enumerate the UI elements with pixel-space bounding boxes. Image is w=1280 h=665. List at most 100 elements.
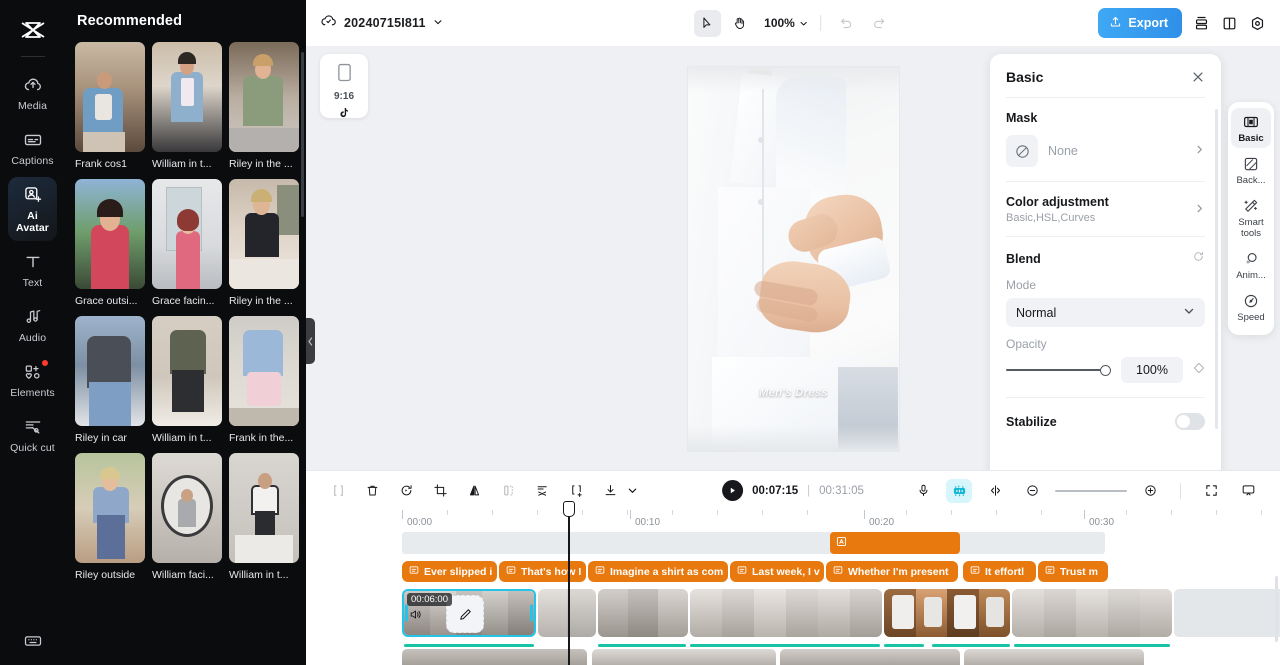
trim-handle-right[interactable]: [530, 604, 533, 622]
text-clip[interactable]: Last week, I v: [730, 561, 824, 582]
tab-label: Back...: [1236, 175, 1266, 186]
cursor-arrow-icon[interactable]: [694, 9, 722, 37]
redo-icon[interactable]: [865, 10, 892, 37]
timeline-scrollbar[interactable]: [1275, 576, 1278, 642]
sidebar-item-quick-cut[interactable]: Quick cut: [8, 409, 57, 461]
text-clip[interactable]: Ever slipped i: [402, 561, 497, 582]
freeze-frame-icon[interactable]: [494, 477, 522, 505]
zoom-slider[interactable]: [1055, 489, 1127, 492]
video-clip[interactable]: [690, 589, 882, 637]
text-clip[interactable]: It effortl: [963, 561, 1036, 582]
zoom-in-icon[interactable]: [1136, 477, 1164, 505]
tab-animation[interactable]: Anim...: [1231, 245, 1271, 285]
export-button[interactable]: Export: [1098, 8, 1182, 38]
video-clip[interactable]: [598, 589, 688, 637]
video-clip[interactable]: [538, 589, 596, 637]
video-clip[interactable]: [780, 649, 960, 665]
undo-icon[interactable]: [833, 10, 860, 37]
zoom-out-icon[interactable]: [1018, 477, 1046, 505]
filmstrip: [538, 589, 596, 637]
sidebar-item-text[interactable]: Text: [8, 244, 57, 296]
monitor-preview-icon[interactable]: [1234, 477, 1262, 505]
media-item[interactable]: Frank in the...: [229, 316, 299, 445]
media-item[interactable]: William faci...: [152, 453, 222, 582]
trim-handle-left[interactable]: [405, 604, 408, 622]
stabilize-toggle[interactable]: [1175, 413, 1205, 430]
mirror-flip-icon[interactable]: [460, 477, 488, 505]
reset-icon[interactable]: [1192, 250, 1205, 268]
empty-track-area[interactable]: [1174, 589, 1280, 637]
video-clip[interactable]: [964, 649, 1144, 665]
media-item[interactable]: Riley in the ...: [229, 42, 299, 171]
keyboard-shortcuts-button[interactable]: [0, 631, 65, 651]
properties-scrollbar[interactable]: [1215, 109, 1218, 429]
media-panel-scrollbar[interactable]: [301, 52, 304, 217]
chevron-down-icon[interactable]: [624, 477, 640, 505]
download-icon[interactable]: [596, 477, 624, 505]
media-item[interactable]: Riley in car: [75, 316, 145, 445]
media-item[interactable]: Frank cos1: [75, 42, 145, 171]
animation-clip[interactable]: [830, 532, 960, 554]
video-preview[interactable]: Men's Dress: [687, 66, 900, 452]
text-clip[interactable]: Trust m: [1038, 561, 1108, 582]
sidebar-item-captions[interactable]: Captions: [8, 122, 57, 174]
slider-knob[interactable]: [1100, 364, 1111, 376]
media-item-label: Riley in the ...: [229, 158, 293, 170]
video-clip[interactable]: [592, 649, 776, 665]
crop-icon[interactable]: [426, 477, 454, 505]
split-view-icon[interactable]: [1221, 15, 1238, 32]
play-icon[interactable]: [722, 480, 744, 501]
sidebar-item-audio[interactable]: Audio: [8, 299, 57, 351]
project-name-dropdown[interactable]: 20240715I811: [320, 12, 443, 34]
split-marker-icon[interactable]: [981, 477, 1009, 505]
media-item[interactable]: Grace facin...: [152, 179, 222, 308]
rotate-icon[interactable]: [392, 477, 420, 505]
timeline-ruler[interactable]: 00:00 00:10 00:20 00:30: [402, 510, 1280, 532]
tab-smart-tools[interactable]: Smart tools: [1231, 192, 1271, 243]
layout-stack-icon[interactable]: [1193, 15, 1210, 32]
color-adjustment-row[interactable]: Color adjustment Basic,HSL,Curves: [1006, 182, 1205, 236]
opacity-value[interactable]: 100%: [1121, 357, 1183, 383]
mask-selector[interactable]: None: [1006, 125, 1205, 181]
text-clip[interactable]: Imagine a shirt as com: [588, 561, 728, 582]
opacity-slider[interactable]: [1006, 363, 1111, 377]
tab-speed[interactable]: Speed: [1231, 287, 1271, 327]
keyframe-diamond-icon[interactable]: [1193, 361, 1205, 379]
zoom-level-dropdown[interactable]: 100%: [764, 16, 808, 30]
aspect-ratio-card[interactable]: 9:16: [320, 54, 368, 118]
filmstrip: [598, 589, 688, 637]
microphone-icon[interactable]: [909, 477, 937, 505]
mask-none-icon: [1006, 135, 1038, 167]
media-item[interactable]: William in t...: [152, 316, 222, 445]
audio-stretch-icon[interactable]: [946, 478, 972, 503]
collapse-panel-handle[interactable]: [306, 318, 315, 364]
media-thumbnail: [152, 42, 222, 152]
media-item[interactable]: Riley outside: [75, 453, 145, 582]
color-adjustment-label: Color adjustment: [1006, 195, 1109, 209]
media-item[interactable]: Grace outsi...: [75, 179, 145, 308]
tab-background[interactable]: Back...: [1231, 150, 1271, 190]
auto-cut-icon[interactable]: [528, 477, 556, 505]
tab-basic[interactable]: Basic: [1231, 108, 1271, 148]
settings-gear-icon[interactable]: [1249, 15, 1266, 32]
video-clip[interactable]: [1012, 589, 1172, 637]
media-item[interactable]: William in t...: [152, 42, 222, 171]
video-clip[interactable]: [884, 589, 1010, 637]
audio-waveform: [1014, 644, 1170, 647]
capcut-logo[interactable]: [0, 8, 65, 52]
blend-mode-select[interactable]: Normal: [1006, 298, 1205, 327]
close-icon[interactable]: [1191, 70, 1205, 84]
sidebar-item-ai-avatar[interactable]: Ai Avatar: [8, 177, 57, 241]
split-icon[interactable]: [324, 477, 352, 505]
text-clip[interactable]: That's how I: [499, 561, 586, 582]
split-add-icon[interactable]: [562, 477, 590, 505]
sidebar-item-media[interactable]: Media: [8, 67, 57, 119]
video-clip[interactable]: [402, 649, 587, 665]
text-clip[interactable]: Whether I'm present: [826, 561, 958, 582]
media-item[interactable]: William in t...: [229, 453, 299, 582]
hand-icon[interactable]: [726, 10, 753, 37]
sidebar-item-elements[interactable]: Elements: [8, 354, 57, 406]
media-item[interactable]: Riley in the ...: [229, 179, 299, 308]
delete-trash-icon[interactable]: [358, 477, 386, 505]
fit-screen-icon[interactable]: [1197, 477, 1225, 505]
